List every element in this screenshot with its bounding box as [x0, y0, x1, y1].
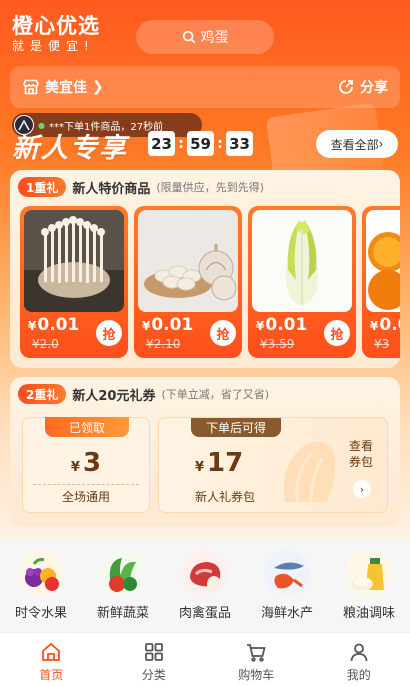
share-icon — [339, 80, 353, 94]
original-price: ¥3 — [374, 337, 390, 351]
tab-profile[interactable]: 我的 — [324, 633, 394, 686]
seafood-icon — [264, 550, 310, 596]
enoki-mushroom-image — [24, 210, 124, 312]
tab-label: 我的 — [346, 668, 371, 682]
store-selector[interactable]: 美宜佳 ❯ — [22, 77, 104, 97]
product-price: ¥0.01 — [142, 315, 194, 335]
promo-title: 新人专享 — [12, 133, 128, 164]
product-card[interactable]: ¥0.01 ¥3 抢 — [362, 206, 400, 358]
coupon-general[interactable]: 已领取 ¥3 全场通用 — [22, 417, 150, 513]
section-subtitle: (限量供应，先到先得) — [156, 181, 264, 194]
app-logo: 橙心优选 就是便宜! — [12, 14, 100, 54]
section-header: 2重礼 新人20元礼券 (下单立减，省了又省) — [18, 384, 269, 404]
category-seafood[interactable]: 海鲜水产 — [247, 546, 327, 630]
category-vegetable[interactable]: 新鲜蔬菜 — [83, 546, 163, 630]
product-list: ¥0.01 ¥2.0 抢 ¥0.01 ¥2.10 抢 ¥0.01 ¥3.59 抢… — [20, 206, 400, 358]
tab-category[interactable]: 分类 — [119, 633, 189, 686]
tab-label: 首页 — [39, 668, 64, 682]
countdown-hours: 23 — [148, 131, 175, 156]
fruit-icon — [18, 550, 64, 596]
grab-button[interactable]: 抢 — [210, 320, 236, 346]
category-label: 肉禽蛋品 — [178, 606, 231, 621]
category-label: 海鲜水产 — [260, 606, 313, 621]
product-price: ¥0.01 — [256, 315, 308, 335]
gift-tag: 1重礼 — [18, 177, 67, 197]
tab-label: 分类 — [141, 668, 166, 682]
bottom-tab-bar: 首页 分类 购物车 我的 — [0, 632, 410, 686]
logo-slogan: 就是便宜! — [12, 39, 95, 53]
chevron-right-icon: › — [378, 137, 384, 151]
original-price: ¥2.10 — [146, 337, 181, 351]
original-price: ¥3.59 — [260, 337, 295, 351]
home-icon — [42, 642, 61, 661]
grain-oil-icon — [346, 550, 392, 596]
product-price: ¥0.01 — [28, 315, 80, 335]
original-price: ¥2.0 — [32, 337, 59, 351]
countdown-timer: 23 : 59 : 33 — [148, 131, 253, 156]
category-fruit[interactable]: 时令水果 — [1, 546, 81, 630]
new-user-coupon-card: 2重礼 新人20元礼券 (下单立减，省了又省) 已领取 ¥3 全场通用 下单后可… — [10, 377, 400, 527]
coupon-status-badge: 下单后可得 — [191, 418, 281, 437]
category-meat[interactable]: 肉禽蛋品 — [165, 546, 245, 630]
store-name: 美宜佳 — [45, 80, 87, 96]
section-title: 新人20元礼券 — [72, 388, 156, 404]
vegetable-icon — [100, 550, 146, 596]
category-label: 粮油调味 — [342, 606, 395, 621]
coupon-pack[interactable]: 下单后可得 ¥17 新人礼券包 查看券包 › — [158, 417, 388, 513]
countdown-separator: : — [217, 135, 223, 152]
product-card[interactable]: ¥0.01 ¥2.0 抢 — [20, 206, 128, 358]
category-label: 时令水果 — [14, 606, 67, 621]
search-bar[interactable]: 鸡蛋 — [136, 20, 274, 54]
napa-cabbage-image — [252, 210, 352, 312]
grab-button[interactable]: 抢 — [96, 320, 122, 346]
product-card[interactable]: ¥0.01 ¥3.59 抢 — [248, 206, 356, 358]
coupon-desc: 全场通用 — [61, 490, 110, 504]
category-grain-oil[interactable]: 粮油调味 — [329, 546, 409, 630]
coupon-divider — [33, 484, 139, 485]
cart-icon — [247, 644, 266, 662]
chevron-right-icon[interactable]: › — [353, 480, 371, 498]
countdown-seconds: 33 — [226, 131, 253, 156]
coupon-amount: ¥17 — [195, 448, 244, 478]
search-text: 鸡蛋 — [200, 30, 229, 46]
chevron-right-icon: ❯ — [92, 79, 104, 95]
section-header: 1重礼 新人特价商品 (限量供应，先到先得) — [18, 177, 264, 197]
countdown-separator: : — [178, 135, 184, 152]
tab-label: 购物车 — [238, 668, 275, 682]
section-subtitle: (下单立减，省了又省) — [161, 388, 270, 401]
new-user-deals-card: 1重礼 新人特价商品 (限量供应，先到先得) ¥0.01 ¥2.0 抢 ¥0.0… — [10, 170, 400, 368]
search-icon — [182, 30, 195, 44]
category-row: 时令水果 新鲜蔬菜 肉禽蛋品 海鲜水产 粮油调味 — [0, 546, 410, 630]
logo-name: 橙心优选 — [12, 14, 100, 38]
tab-home[interactable]: 首页 — [16, 633, 86, 686]
see-all-label: 查看全部 — [330, 137, 379, 152]
product-price: ¥0.01 — [370, 315, 400, 335]
countdown-minutes: 59 — [187, 131, 214, 156]
store-icon — [23, 79, 39, 95]
meat-icon — [182, 550, 228, 596]
user-icon — [350, 643, 368, 662]
store-bar: 美宜佳 ❯ 分享 — [10, 66, 400, 108]
category-icon — [144, 643, 163, 661]
view-coupon-pack-label: 查看券包 — [349, 439, 374, 469]
see-all-button[interactable]: 查看全部 › — [316, 130, 398, 158]
section-title: 新人特价商品 — [72, 181, 151, 197]
category-label: 新鲜蔬菜 — [96, 606, 149, 621]
coupon-status-badge: 已领取 — [45, 417, 129, 437]
orange-image — [366, 210, 400, 312]
tab-cart[interactable]: 购物车 — [221, 633, 291, 686]
product-card[interactable]: ¥0.01 ¥2.10 抢 — [134, 206, 242, 358]
garlic-image — [138, 210, 238, 312]
share-label: 分享 — [360, 80, 388, 96]
coupon-pack-decoration-icon — [283, 441, 335, 503]
gift-tag: 2重礼 — [18, 384, 67, 404]
coupon-desc: 新人礼券包 — [195, 490, 256, 504]
coupon-amount: ¥3 — [70, 448, 102, 478]
grab-button[interactable]: 抢 — [324, 320, 350, 346]
share-button[interactable]: 分享 — [337, 77, 388, 97]
